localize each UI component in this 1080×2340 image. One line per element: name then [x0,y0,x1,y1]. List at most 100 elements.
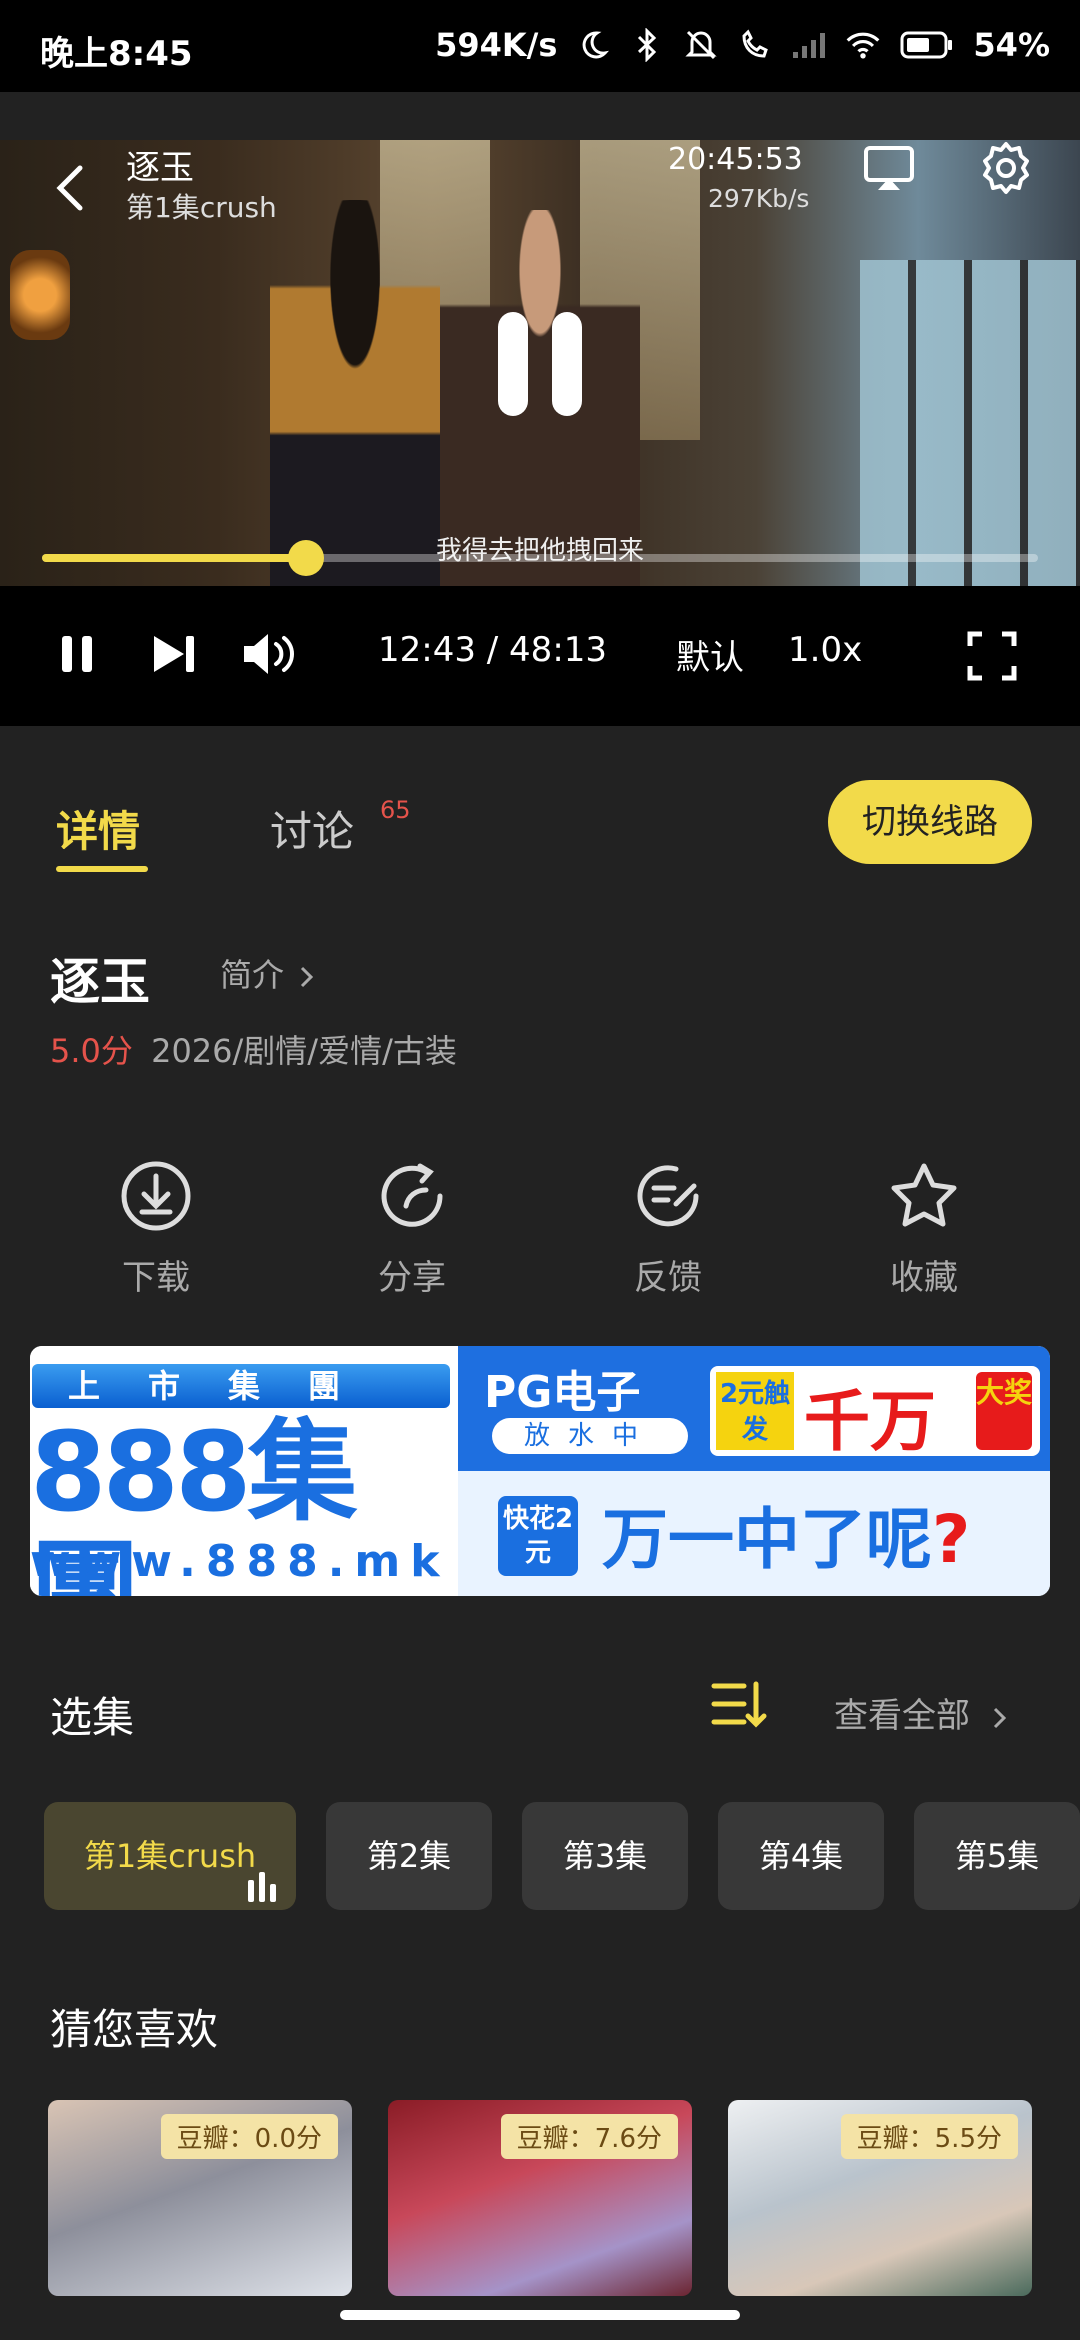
battery-icon [899,27,955,63]
episode-label: 第1集crush [83,1837,257,1875]
discussion-count-badge: 65 [380,796,411,824]
next-icon [154,636,194,672]
now-playing-icon [248,1872,282,1902]
show-genres: 2026/剧情/爱情/古装 [151,1032,457,1070]
next-episode-button[interactable] [150,632,198,680]
video-player[interactable]: 逐玉 第1集crush 20:45:53 297Kb/s 我得去把他拽回来 12 [0,140,1080,726]
video-bitrate: 297Kb/s [708,184,810,213]
ad-slogan: 万一中了呢? [602,1486,970,1582]
pause-icon [62,636,92,672]
progress-bar[interactable] [42,540,1038,576]
feedback-label: 反馈 [634,1258,702,1298]
video-episode: 第1集crush [126,191,277,224]
star-icon [891,1163,957,1227]
favorite-label: 收藏 [890,1258,958,1298]
ad-url: www.888.mk [30,1536,450,1587]
status-bar: 晚上8:45 594K/s 54% [0,0,1080,92]
episode-item-2[interactable]: 第2集 [326,1802,492,1910]
episode-item-1[interactable]: 第1集crush [44,1802,296,1910]
fullscreen-icon [967,631,1017,681]
video-frame[interactable]: 逐玉 第1集crush 20:45:53 297Kb/s 我得去把他拽回来 [0,140,1080,586]
episode-item-4[interactable]: 第4集 [718,1802,884,1910]
episode-list: 第1集crush 第2集 第3集 第4集 第5集 [0,1802,1080,1912]
episodes-title: 选集 [50,1693,135,1742]
volume-icon [244,634,294,674]
share-button[interactable]: 分享 [332,1160,492,1299]
sort-button[interactable] [710,1680,770,1730]
settings-button[interactable] [978,140,1034,196]
feedback-button[interactable]: 反馈 [588,1160,748,1299]
ad-pg-sub: 放水中 [492,1418,688,1454]
tab-details[interactable]: 详情 [56,798,140,859]
progress-fill [42,554,306,562]
net-speed: 594K/s [435,26,558,64]
episode-label: 第4集 [758,1837,844,1875]
favorite-button[interactable]: 收藏 [844,1160,1004,1299]
intro-label: 简介 [220,956,285,994]
ad-promo-panel: PG电子 放水中 2元触发 千万 大奖 快花2元 万一中了呢? [458,1346,1050,1596]
rating-badge: 豆瓣：7.6分 [500,2114,678,2159]
back-button[interactable] [50,160,90,216]
status-icons: 594K/s 54% [435,26,1050,64]
download-button[interactable]: 下载 [76,1160,236,1299]
ad-jackpot-box: 2元触发 千万 大奖 [710,1366,1040,1460]
home-indicator[interactable] [340,2310,740,2320]
call-icon [737,27,773,63]
show-meta: 5.0分 2026/剧情/爱情/古装 [50,1026,457,1072]
switch-line-button[interactable]: 切换线路 [828,780,1032,864]
ad-jackpot: 千万 [804,1383,936,1460]
bluetooth-icon [629,27,665,63]
episode-label: 第5集 [954,1837,1040,1875]
ad-brand-panel: 上市集團 888集團 www.888.mk [30,1346,458,1596]
view-all-label: 查看全部 [834,1696,970,1736]
ad-slogan-text: 万一中了呢 [602,1501,932,1578]
quality-button[interactable]: 默认 [676,630,744,679]
rating-badge: 豆瓣：5.5分 [840,2114,1018,2159]
video-scene-lantern [10,250,70,340]
pause-icon-bar [552,312,582,416]
intro-link[interactable]: 简介 [220,950,316,996]
ad-prize-tag: 大奖 [976,1372,1032,1450]
rating-badge: 豆瓣：0.0分 [160,2114,338,2159]
cast-button[interactable] [862,142,916,196]
fullscreen-button[interactable] [966,630,1018,686]
signal-icon [791,27,827,63]
share-icon [381,1163,443,1227]
speed-button[interactable]: 1.0x [788,630,862,670]
ad-tag-trigger: 2元触发 [716,1372,794,1450]
show-score: 5.0分 [50,1032,133,1070]
pause-icon [498,312,528,416]
recommend-card-2[interactable]: 豆瓣：7.6分 [388,2100,692,2296]
progress-handle[interactable] [287,540,324,576]
mute-icon [683,27,719,63]
battery-level: 54% [973,26,1050,64]
feedback-icon [637,1165,699,1227]
recommend-title: 猜您喜欢 [50,2005,219,2054]
volume-button[interactable] [240,628,300,684]
recommend-card-3[interactable]: 豆瓣：5.5分 [728,2100,1032,2296]
play-pause-button[interactable] [58,632,98,680]
episode-item-5[interactable]: 第5集 [914,1802,1080,1910]
episode-label: 第2集 [366,1837,452,1875]
ad-tag-spend: 快花2元 [498,1496,578,1576]
view-all-link[interactable]: 查看全部 [834,1688,1009,1737]
episode-label: 第3集 [562,1837,648,1875]
share-label: 分享 [378,1258,446,1298]
recommend-card-1[interactable]: 豆瓣：0.0分 [48,2100,352,2296]
show-title: 逐玉 [50,953,150,1011]
episode-item-3[interactable]: 第3集 [522,1802,688,1910]
video-title: 逐玉 [126,148,194,188]
ad-slogan-mark: ? [932,1501,971,1578]
back-icon [56,165,83,211]
tab-discussion[interactable]: 讨论 [270,798,354,859]
action-row: 下载 分享 反馈 收藏 [0,1160,1080,1310]
cast-icon [864,146,914,190]
chevron-right-icon [993,1707,1006,1728]
status-time: 晚上8:45 [40,34,193,74]
chevron-right-icon [301,966,314,988]
ad-banner[interactable]: 上市集團 888集團 www.888.mk PG电子 放水中 2元触发 千万 大… [30,1346,1050,1596]
center-pause-button[interactable] [498,312,582,416]
video-clock: 20:45:53 [668,142,803,177]
gear-icon [983,142,1029,194]
video-scene-figure [270,200,440,586]
